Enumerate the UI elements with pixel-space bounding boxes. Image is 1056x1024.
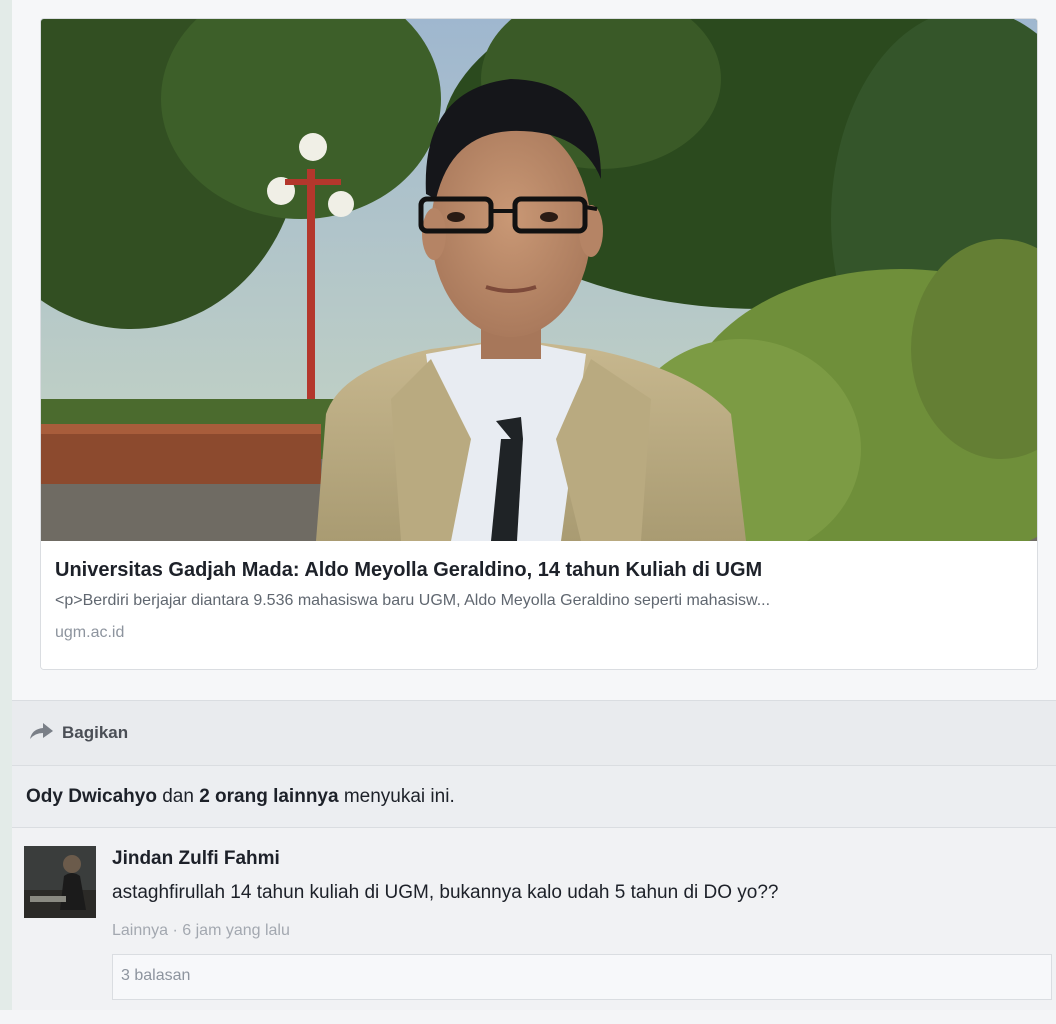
meta-separator: · bbox=[168, 922, 183, 939]
likes-suffix: menyukai ini. bbox=[338, 786, 455, 807]
comment-timestamp[interactable]: 6 jam yang lalu bbox=[182, 922, 290, 939]
comment-author-link[interactable]: Jindan Zulfi Fahmi bbox=[112, 848, 280, 870]
others-liked-link[interactable]: 2 orang lainnya bbox=[199, 786, 338, 807]
bottom-strip bbox=[0, 1010, 1056, 1024]
comment-item: Jindan Zulfi Fahmi astaghfirullah 14 tah… bbox=[12, 828, 1056, 1010]
comment-meta: Lainnya · 6 jam yang lalu bbox=[112, 922, 290, 940]
link-preview-card[interactable]: Universitas Gadjah Mada: Aldo Meyolla Ge… bbox=[40, 18, 1038, 670]
link-preview-text[interactable]: Universitas Gadjah Mada: Aldo Meyolla Ge… bbox=[41, 541, 1037, 669]
share-arrow-icon bbox=[28, 721, 54, 746]
action-bar: Bagikan bbox=[12, 700, 1056, 766]
link-description: <p>Berdiri berjajar diantara 9.536 mahas… bbox=[55, 592, 771, 609]
left-rail bbox=[0, 0, 12, 1010]
comment-text: astaghfirullah 14 tahun kuliah di UGM, b… bbox=[112, 882, 779, 903]
avatar[interactable] bbox=[24, 846, 96, 918]
share-button[interactable]: Bagikan bbox=[28, 721, 128, 746]
view-replies-button[interactable]: 3 balasan bbox=[112, 954, 1052, 1000]
likes-connector: dan bbox=[156, 786, 200, 807]
preview-photo-illustration bbox=[41, 19, 1037, 541]
share-label: Bagikan bbox=[62, 723, 129, 742]
likes-summary: Ody Dwicahyo dan 2 orang lainnya menyuka… bbox=[12, 766, 1056, 828]
link-title[interactable]: Universitas Gadjah Mada: Aldo Meyolla Ge… bbox=[55, 559, 1025, 582]
link-preview-image[interactable] bbox=[41, 19, 1037, 541]
comment-more-link[interactable]: Lainnya bbox=[112, 922, 168, 939]
link-domain: ugm.ac.id bbox=[55, 624, 125, 641]
liker-name-link[interactable]: Ody Dwicahyo bbox=[26, 786, 157, 807]
